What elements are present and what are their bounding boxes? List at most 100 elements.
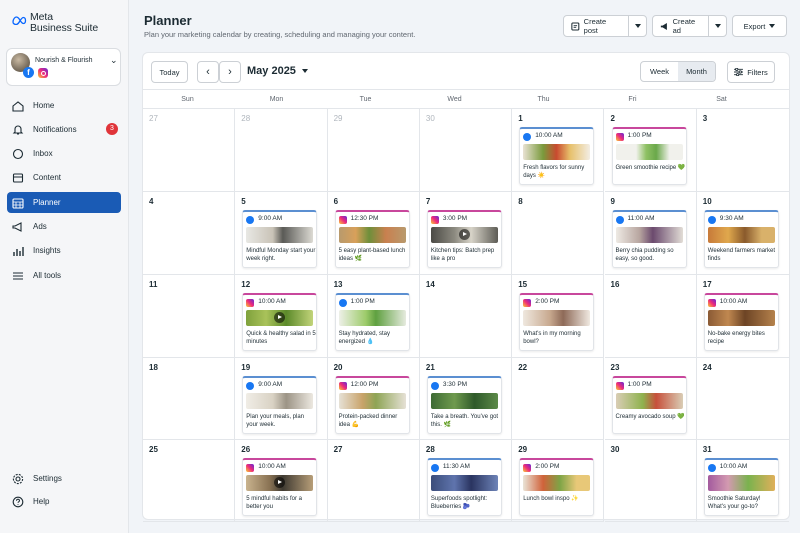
calendar-day[interactable]: 11 xyxy=(143,275,236,358)
month-view-button[interactable]: Month xyxy=(678,62,715,81)
scheduled-post-card[interactable]: 1:00 PM Stay hydrated, stay energized 💧 xyxy=(334,293,410,351)
scheduled-post-card[interactable]: 9:30 AM Weekend farmers market finds xyxy=(703,210,779,268)
calendar-day[interactable]: 28 11:30 AM Superfoods spotlight: Blueberr… xyxy=(419,440,513,522)
facebook-icon xyxy=(707,464,716,472)
megaphone-icon xyxy=(660,22,667,30)
calendar-day[interactable]: 19 9:00 AM Plan your meals, plan your week… xyxy=(235,358,328,440)
day-number: 19 xyxy=(241,363,251,372)
scheduled-post-card[interactable]: 11:00 AM Berry chia pudding so easy, so g… xyxy=(611,210,687,268)
sidebar-item-label: Help xyxy=(33,497,50,506)
calendar-day[interactable]: 21 3:30 PM Take a breath. You've got this.… xyxy=(419,358,513,440)
calendar-day[interactable]: 12 10:00 AM Quick & healthy salad in 5 min… xyxy=(235,275,328,358)
today-button[interactable]: Today xyxy=(151,61,188,83)
calendar-day[interactable]: 24 xyxy=(696,358,789,440)
calendar-day[interactable]: 25 xyxy=(143,440,236,522)
account-switcher[interactable]: Nourish & Flourish ⌄ f xyxy=(6,48,121,86)
sidebar-item-label: Settings xyxy=(33,474,62,483)
day-number: 9 xyxy=(610,197,615,206)
scheduled-post-card[interactable]: 1:00 PM Green smoothie recipe 💚 xyxy=(611,127,687,185)
bell-icon xyxy=(12,124,24,136)
scheduled-post-card[interactable]: 12:00 PM Protein-packed dinner idea 💪 xyxy=(334,376,410,434)
sidebar-item-home[interactable]: Home xyxy=(7,95,121,116)
create-ad-button[interactable]: Create ad xyxy=(652,15,727,37)
calendar-day[interactable]: 20 12:00 PM Protein-packed dinner idea 💪 xyxy=(327,358,420,440)
scheduled-post-card[interactable]: 12:30 PM 5 easy plant-based lunch ideas 🌿 xyxy=(334,210,410,268)
sidebar-item-settings[interactable]: Settings xyxy=(7,468,121,489)
week-view-button[interactable]: Week xyxy=(641,62,678,81)
scheduled-post-card[interactable]: 9:00 AM Plan your meals, plan your week. xyxy=(242,376,318,434)
calendar-day[interactable]: 26 10:00 AM 5 mindful habits for a better … xyxy=(235,440,328,522)
sidebar-item-inbox[interactable]: Inbox xyxy=(7,143,121,164)
facebook-icon xyxy=(430,464,439,472)
post-thumbnail xyxy=(707,475,775,491)
sidebar-item-insights[interactable]: Insights xyxy=(7,240,121,261)
calendar-day[interactable]: 30 xyxy=(419,109,513,192)
calendar-day[interactable]: 22 xyxy=(512,358,605,440)
scheduled-post-card[interactable]: 10:00 AM No-bake energy bites recipe xyxy=(703,293,779,351)
post-time: 1:00 PM xyxy=(627,132,652,139)
sidebar-item-content[interactable]: Content xyxy=(7,167,121,188)
sidebar-item-all-tools[interactable]: All tools xyxy=(7,265,121,286)
scheduled-post-card[interactable]: 2:00 PM What's in my morning bowl? xyxy=(519,293,595,351)
calendar-day[interactable]: 13 1:00 PM Stay hydrated, stay energized 💧 xyxy=(327,275,420,358)
month-selector[interactable]: May 2025 xyxy=(247,65,308,77)
calendar-day[interactable]: 5 9:00 AM Mindful Monday start your week r… xyxy=(235,192,328,275)
calendar-day[interactable]: 2 1:00 PM Green smoothie recipe 💚 xyxy=(604,109,697,192)
calendar-day[interactable]: 27 xyxy=(327,440,420,522)
scheduled-post-card[interactable]: 3:30 PM Take a breath. You've got this. 🌿 xyxy=(426,376,502,434)
facebook-icon xyxy=(615,216,624,224)
instagram-icon xyxy=(338,216,347,224)
calendar-day[interactable]: 10 9:30 AM Weekend farmers market finds xyxy=(696,192,789,275)
meta-logo[interactable]: Meta Business Suite xyxy=(11,12,98,34)
calendar-day[interactable]: 4 xyxy=(143,192,236,275)
calendar-day[interactable]: 14 xyxy=(419,275,513,358)
calendar-day[interactable]: 28 xyxy=(235,109,328,192)
calendar-day[interactable]: 3 xyxy=(696,109,789,192)
weekday-label: Wed xyxy=(447,95,462,103)
post-thumbnail xyxy=(615,227,683,243)
calendar-day[interactable]: 23 1:00 PM Creamy avocado soup 💚 xyxy=(604,358,697,440)
scheduled-post-card[interactable]: 1:00 PM Creamy avocado soup 💚 xyxy=(611,376,687,434)
scheduled-post-card[interactable]: 10:00 AM Quick & healthy salad in 5 minut… xyxy=(242,293,318,351)
export-button[interactable]: Export xyxy=(732,15,787,37)
calendar-day[interactable]: 8 xyxy=(512,192,605,275)
calendar-day[interactable]: 16 xyxy=(604,275,697,358)
calendar-day[interactable]: 7 3:00 PM Kitchen tips: Batch prep like a … xyxy=(419,192,513,275)
calendar-day[interactable]: 1 10:00 AM Fresh flavors for sunny days ☀️ xyxy=(512,109,605,192)
create-ad-dropdown[interactable] xyxy=(709,16,726,36)
scheduled-post-card[interactable]: 3:00 PM Kitchen tips: Batch prep like a p… xyxy=(426,210,502,268)
create-post-dropdown[interactable] xyxy=(629,16,646,36)
create-post-button[interactable]: Create post xyxy=(563,15,647,37)
scheduled-post-card[interactable]: 10:00 AM 5 mindful habits for a better yo… xyxy=(242,458,318,516)
calendar-day[interactable]: 29 xyxy=(327,109,420,192)
calendar-day[interactable]: 18 xyxy=(143,358,236,440)
sidebar-item-notifications[interactable]: Notifications 3 xyxy=(7,119,121,140)
prev-month-button[interactable]: ‹ xyxy=(197,61,219,83)
calendar-day[interactable]: 15 2:00 PM What's in my morning bowl? xyxy=(512,275,605,358)
scheduled-post-card[interactable]: 2:00 PM Lunch bowl inspo ✨ xyxy=(519,458,595,516)
sidebar-item-planner[interactable]: Planner xyxy=(7,192,121,213)
logo-text-line2: Business Suite xyxy=(30,22,99,34)
weekday-label: Thu xyxy=(537,95,550,103)
calendar-day[interactable]: 27 xyxy=(143,109,236,192)
scheduled-post-card[interactable]: 10:00 AM Fresh flavors for sunny days ☀️ xyxy=(519,127,595,185)
scheduled-post-card[interactable]: 11:30 AM Superfoods spotlight: Blueberrie… xyxy=(426,458,502,516)
calendar-day[interactable]: 30 xyxy=(604,440,697,522)
calendar-day[interactable]: 9 11:00 AM Berry chia pudding so easy, so … xyxy=(604,192,697,275)
next-month-button[interactable]: › xyxy=(219,61,241,83)
calendar-day[interactable]: 17 10:00 AM No-bake energy bites recipe xyxy=(696,275,789,358)
create-ad-label: Create ad xyxy=(672,17,696,35)
scheduled-post-card[interactable]: 10:00 AM Smoothie Saturday! What's your g… xyxy=(703,458,779,516)
post-thumbnail xyxy=(523,475,591,491)
day-number: 4 xyxy=(149,197,154,206)
calendar-day[interactable]: 6 12:30 PM 5 easy plant-based lunch ideas … xyxy=(327,192,420,275)
calendar-day[interactable]: 29 2:00 PM Lunch bowl inspo ✨ xyxy=(512,440,605,522)
facebook-icon xyxy=(707,216,716,224)
weekday-label: Mon xyxy=(269,95,284,103)
scheduled-post-card[interactable]: 9:00 AM Mindful Monday start your week ri… xyxy=(242,210,318,268)
calendar-day[interactable]: 31 10:00 AM Smoothie Saturday! What's your… xyxy=(696,440,789,522)
sidebar-item-help[interactable]: Help xyxy=(7,491,121,512)
sidebar-item-ads[interactable]: Ads xyxy=(7,216,121,237)
filters-button[interactable]: Filters xyxy=(727,61,775,83)
caret-down-icon xyxy=(634,24,641,28)
